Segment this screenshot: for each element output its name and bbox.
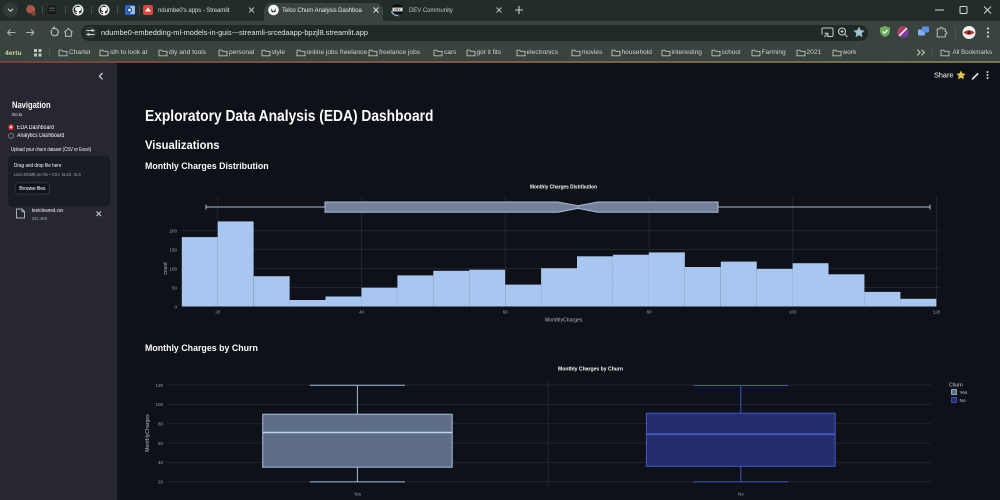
svg-text:20: 20: [158, 480, 164, 485]
svg-text:120: 120: [155, 383, 163, 388]
svg-text:100: 100: [155, 402, 163, 407]
svg-text:Yes: Yes: [354, 492, 362, 497]
svg-text:Churn: Churn: [949, 383, 963, 389]
svg-text:MonthlyCharges: MonthlyCharges: [145, 414, 151, 452]
svg-text:60: 60: [158, 441, 164, 446]
svg-text:40: 40: [158, 460, 164, 465]
svg-text:Yes: Yes: [960, 390, 968, 396]
svg-text:No: No: [960, 398, 966, 404]
svg-text:No: No: [738, 492, 744, 497]
svg-text:80: 80: [158, 422, 164, 427]
svg-text:Monthly Charges by Churn: Monthly Charges by Churn: [558, 367, 624, 373]
